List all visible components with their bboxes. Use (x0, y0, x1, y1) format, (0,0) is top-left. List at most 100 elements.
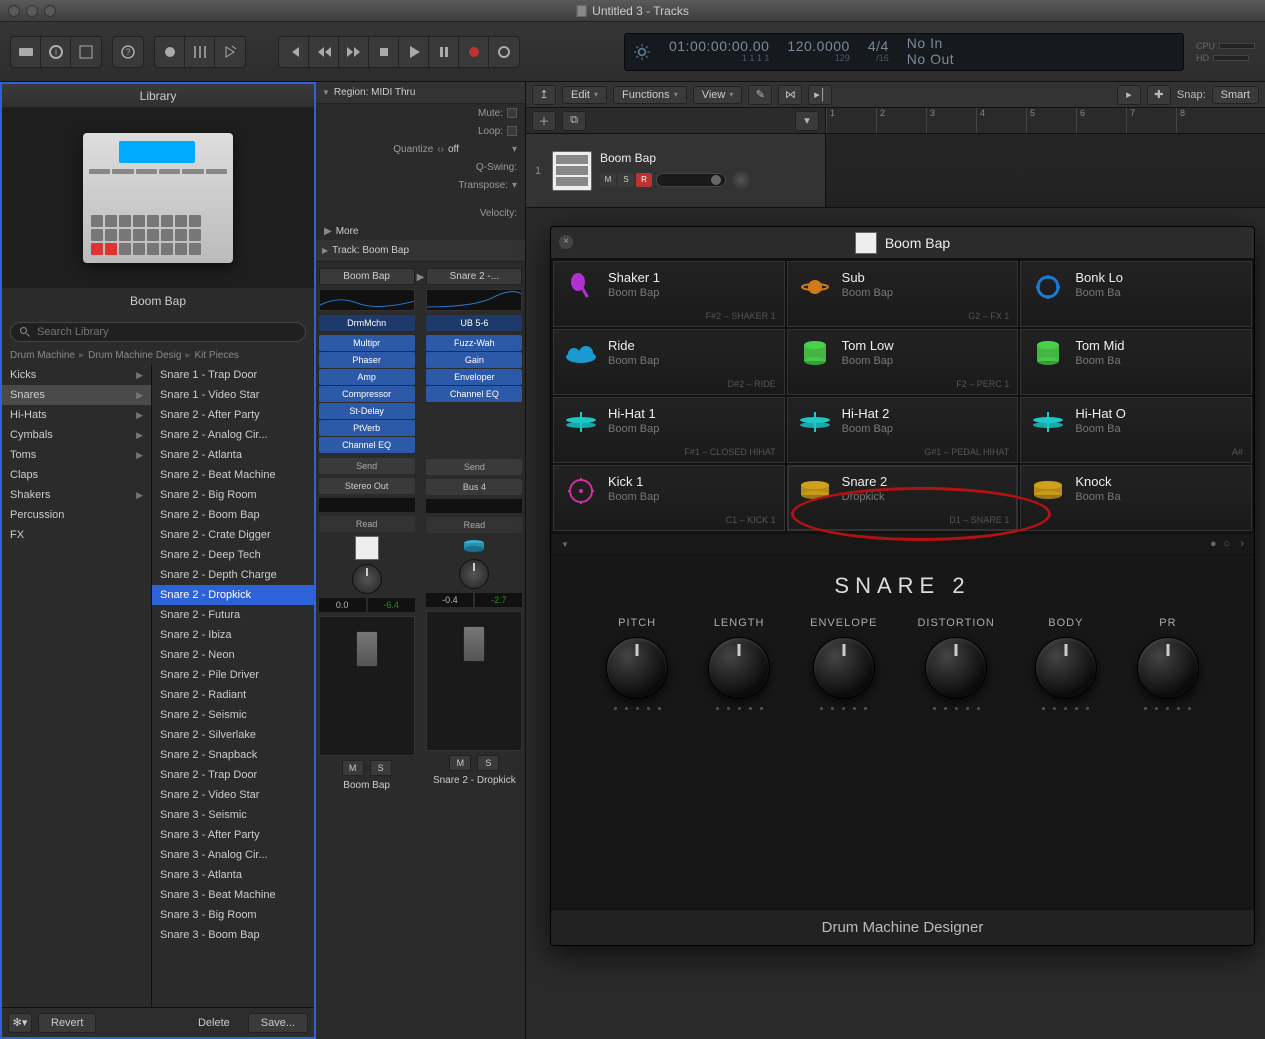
drum-pad[interactable]: RideBoom Bap D#2 – RIDE (553, 329, 785, 395)
mute-button[interactable]: M (449, 755, 471, 771)
duplicate-track-icon[interactable]: ⧉ (562, 111, 586, 131)
drum-pad[interactable]: Hi-Hat 2Boom Bap G#1 – PEDAL HIHAT (787, 397, 1019, 463)
zoom-window-icon[interactable] (44, 5, 56, 17)
play-icon[interactable] (399, 37, 429, 67)
category-row[interactable]: FX (2, 525, 151, 545)
library-item[interactable]: Snare 2 - Beat Machine (152, 465, 314, 485)
volume-slider[interactable] (656, 173, 726, 187)
region-header[interactable]: ▼Region: MIDI Thru (316, 82, 525, 104)
parameter-knob[interactable]: PR (1137, 617, 1199, 710)
automation-mode[interactable]: Read (426, 517, 522, 533)
forward-icon[interactable] (339, 37, 369, 67)
record-enable-button[interactable]: R (636, 173, 652, 187)
library-item[interactable]: Snare 2 - Analog Cir... (152, 425, 314, 445)
save-button[interactable]: Save... (248, 1013, 308, 1033)
library-item[interactable]: Snare 2 - Video Star (152, 785, 314, 805)
volume-fader[interactable] (319, 616, 415, 756)
category-row[interactable]: Snares▶ (2, 385, 151, 405)
drum-pad[interactable]: Snare 2Dropkick D1 – SNARE 1 (787, 465, 1019, 531)
record-icon[interactable] (459, 37, 489, 67)
more-disclosure[interactable]: ▶More (316, 222, 525, 240)
library-toggle-icon[interactable] (11, 37, 41, 67)
rewind-icon[interactable] (309, 37, 339, 67)
parameter-knob[interactable]: BODY (1035, 617, 1097, 710)
editors-icon[interactable] (215, 37, 245, 67)
insert-slot[interactable]: Enveloper (426, 369, 522, 385)
library-item[interactable]: Snare 2 - Pile Driver (152, 665, 314, 685)
mixer-toggle-icon[interactable] (71, 37, 101, 67)
library-item[interactable]: Snare 2 - Depth Charge (152, 565, 314, 585)
global-tracks-icon[interactable]: ▾ (795, 111, 819, 131)
close-window-icon[interactable] (8, 5, 20, 17)
insert-slot[interactable]: Fuzz-Wah (426, 335, 522, 351)
library-item[interactable]: Snare 2 - Snapback (152, 745, 314, 765)
drum-pad[interactable]: SubBoom Bap G2 – FX 1 (787, 261, 1019, 327)
insert-slot[interactable]: Compressor (319, 386, 415, 402)
category-row[interactable]: Hi-Hats▶ (2, 405, 151, 425)
category-row[interactable]: Cymbals▶ (2, 425, 151, 445)
breadcrumb-item[interactable]: Drum Machine (10, 350, 75, 361)
pointer-tool-icon[interactable]: ▸ (1117, 85, 1141, 105)
library-item[interactable]: Snare 3 - Big Room (152, 905, 314, 925)
solo-button[interactable]: S (618, 173, 634, 187)
lcd-display[interactable]: 01:00:00:00.001 1 1 1 120.0000129 4/4/16… (624, 33, 1184, 71)
insert-slot[interactable]: Multipr (319, 335, 415, 351)
library-item[interactable]: Snare 3 - Seismic (152, 805, 314, 825)
library-item[interactable]: Snare 2 - Radiant (152, 685, 314, 705)
insert-slot[interactable]: Channel EQ (426, 386, 522, 402)
library-item[interactable]: Snare 2 - Big Room (152, 485, 314, 505)
close-icon[interactable]: × (559, 235, 573, 249)
category-row[interactable]: Kicks▶ (2, 365, 151, 385)
mute-button[interactable]: M (342, 760, 364, 776)
minimize-window-icon[interactable] (26, 5, 38, 17)
send-slot[interactable]: Send (426, 459, 522, 475)
drum-pad[interactable]: KnockBoom Ba (1020, 465, 1252, 531)
library-item[interactable]: Snare 2 - Futura (152, 605, 314, 625)
instrument-slot[interactable]: UB 5-6 (426, 315, 522, 331)
library-item[interactable]: Snare 1 - Video Star (152, 385, 314, 405)
library-item[interactable]: Snare 2 - Ibiza (152, 625, 314, 645)
insert-slot[interactable]: Phaser (319, 352, 415, 368)
back-icon[interactable]: ↥ (532, 85, 556, 105)
drum-pad[interactable]: Bonk LoBoom Ba (1020, 261, 1252, 327)
tool-menu-icon[interactable]: ✚ (1147, 85, 1171, 105)
parameter-knob[interactable]: PITCH (606, 617, 668, 710)
delete-button[interactable]: Delete (186, 1014, 242, 1032)
strip-name[interactable]: Boom Bap (319, 268, 415, 285)
insert-slot[interactable]: Channel EQ (319, 437, 415, 453)
library-gear-icon[interactable]: ✻▾ (8, 1013, 32, 1033)
output-slot[interactable]: Bus 4 (426, 479, 522, 495)
track-header[interactable]: ▶Track: Boom Bap (316, 240, 525, 262)
inspector-toggle-icon[interactable]: i (41, 37, 71, 67)
output-slot[interactable]: Stereo Out (319, 478, 415, 494)
drum-pad[interactable]: Kick 1Boom Bap C1 – KICK 1 (553, 465, 785, 531)
snap-value[interactable]: Smart (1212, 86, 1259, 104)
category-row[interactable]: Toms▶ (2, 445, 151, 465)
library-item[interactable]: Snare 2 - Trap Door (152, 765, 314, 785)
library-item[interactable]: Snare 3 - After Party (152, 825, 314, 845)
catch-icon[interactable]: ▸│ (808, 85, 832, 105)
category-row[interactable]: Percussion (2, 505, 151, 525)
automation-mode[interactable]: Read (319, 516, 415, 532)
solo-button[interactable]: S (477, 755, 499, 771)
library-item[interactable]: Snare 2 - After Party (152, 405, 314, 425)
library-item[interactable]: Snare 3 - Boom Bap (152, 925, 314, 945)
edit-menu[interactable]: Edit▾ (562, 86, 607, 104)
link-icon[interactable]: ⋈ (778, 85, 802, 105)
parameter-knob[interactable]: ENVELOPE (810, 617, 877, 710)
cycle-icon[interactable] (489, 37, 519, 67)
pause-icon[interactable] (429, 37, 459, 67)
library-item[interactable]: Snare 2 - Deep Tech (152, 545, 314, 565)
instrument-slot[interactable]: DrmMchn (319, 315, 415, 331)
search-field[interactable] (10, 322, 306, 342)
drum-pad[interactable]: Hi-Hat OBoom Ba A# (1020, 397, 1252, 463)
revert-button[interactable]: Revert (38, 1013, 96, 1033)
insert-slot[interactable]: St-Delay (319, 403, 415, 419)
mute-checkbox[interactable] (507, 108, 517, 118)
send-slot[interactable]: Send (319, 458, 415, 474)
insert-slot[interactable]: PtVerb (319, 420, 415, 436)
insert-slot[interactable]: Amp (319, 369, 415, 385)
breadcrumb-item[interactable]: Drum Machine Desig (88, 350, 181, 361)
library-item[interactable]: Snare 3 - Beat Machine (152, 885, 314, 905)
library-item[interactable]: Snare 2 - Neon (152, 645, 314, 665)
